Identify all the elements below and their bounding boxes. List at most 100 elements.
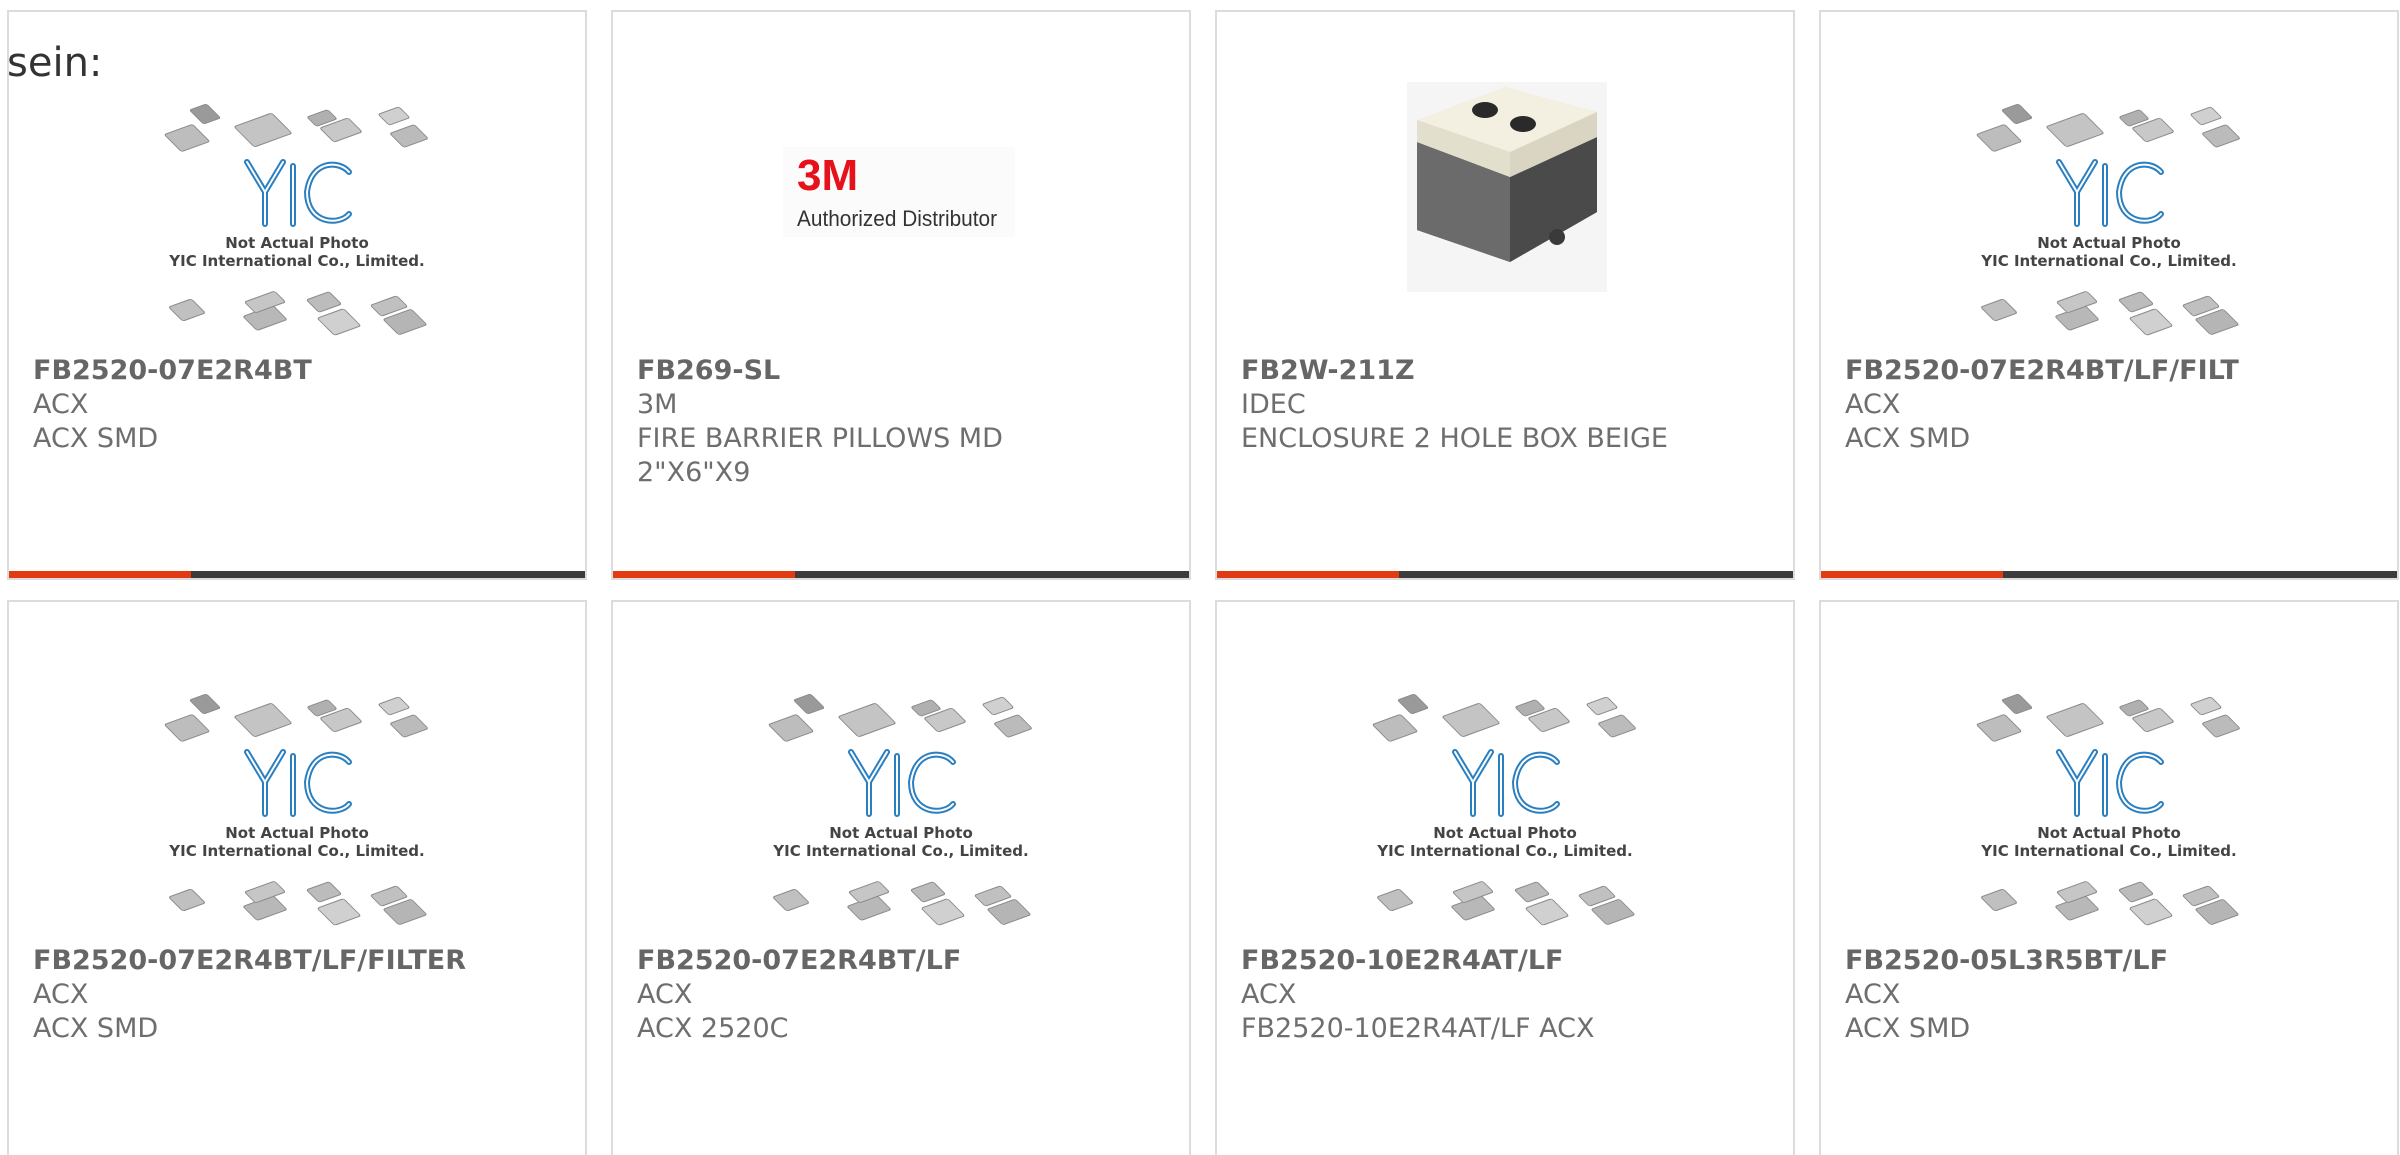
- chip-package-icon: [189, 694, 221, 714]
- part-number-link[interactable]: FB2520-10E2R4AT/LF: [1241, 944, 1771, 978]
- product-card[interactable]: FB2W-211Z IDEC ENCLOSURE 2 HOLE BOX BEIG…: [1215, 10, 1795, 580]
- product-image-placeholder[interactable]: Not Actual Photo YIC International Co., L…: [1217, 602, 1793, 932]
- chip-package-icon: [2202, 124, 2240, 148]
- card-progress-bar: [1821, 571, 2397, 578]
- chip-package-icon: [2190, 106, 2222, 126]
- product-image-placeholder[interactable]: Not Actual Photo YIC International Co., L…: [613, 602, 1189, 932]
- part-number-link[interactable]: FB2W-211Z: [1241, 354, 1771, 388]
- chip-package-icon: [793, 694, 825, 714]
- chip-package-icon: [910, 881, 946, 903]
- chip-package-icon: [768, 714, 814, 742]
- chip-package-icon: [2202, 714, 2240, 738]
- product-image-3m-logo[interactable]: 3M Authorized Distributor: [613, 12, 1189, 342]
- manufacturer-name: ACX: [637, 979, 693, 1010]
- chip-package-icon: [164, 124, 210, 152]
- chip-package-icon: [994, 714, 1032, 738]
- product-description: ENCLOSURE 2 HOLE BOX BEIGE: [1241, 423, 1668, 454]
- product-info: FB2520-07E2R4BT ACX ACX SMD: [33, 354, 563, 456]
- part-number-link[interactable]: FB2520-07E2R4BT/LF/FILTER: [33, 944, 563, 978]
- product-info: FB2520-07E2R4BT/LF/FILTER ACX ACX SMD: [33, 944, 563, 1046]
- product-info: FB269-SL 3M FIRE BARRIER PILLOWS MD 2"X6…: [637, 354, 1167, 490]
- chip-package-icon: [2056, 881, 2098, 903]
- placeholder-caption: Not Actual Photo: [829, 824, 973, 842]
- chip-package-icon: [848, 881, 890, 903]
- chip-package-icon: [306, 291, 342, 313]
- yic-logo-icon: [2056, 749, 2164, 817]
- chip-package-icon: [1452, 881, 1494, 903]
- yic-logo-icon: [2056, 159, 2164, 227]
- chip-package-icon: [2046, 703, 2104, 737]
- chip-package-icon: [1976, 124, 2022, 152]
- product-image-placeholder[interactable]: Not Actual Photo YIC International Co., L…: [1821, 12, 2397, 342]
- product-description: ACX SMD: [1845, 423, 1971, 454]
- card-progress-bar: [9, 571, 585, 578]
- product-card[interactable]: Not Actual Photo YIC International Co., L…: [7, 600, 587, 1155]
- product-image-placeholder[interactable]: Not Actual Photo YIC International Co., L…: [9, 602, 585, 932]
- yic-logo-icon: [848, 749, 956, 817]
- chip-package-icon: [1442, 703, 1500, 737]
- manufacturer-name: 3M: [637, 389, 678, 420]
- 3m-logo-mark: 3M: [797, 151, 858, 200]
- chip-package-icon: [1377, 888, 1413, 912]
- chip-package-icon: [1397, 694, 1429, 714]
- yic-logo-icon: [244, 749, 352, 817]
- part-number-link[interactable]: FB269-SL: [637, 354, 1167, 388]
- product-info: FB2520-07E2R4BT/LF/FILT ACX ACX SMD: [1845, 354, 2375, 456]
- product-description: FB2520-10E2R4AT/LF ACX: [1241, 1013, 1595, 1044]
- part-number-link[interactable]: FB2520-07E2R4BT/LF/FILT: [1845, 354, 2375, 388]
- placeholder-company: YIC International Co., Limited.: [1980, 842, 2236, 860]
- product-card[interactable]: 3M Authorized Distributor FB269-SL 3M FI…: [611, 10, 1191, 580]
- chip-package-icon: [317, 308, 361, 336]
- chip-package-icon: [2001, 104, 2033, 124]
- chip-package-icon: [982, 696, 1014, 716]
- chip-package-icon: [2129, 898, 2173, 926]
- manufacturer-name: ACX: [1845, 979, 1901, 1010]
- chip-package-icon: [2118, 881, 2154, 903]
- chip-package-icon: [189, 104, 221, 124]
- product-grid-page: Not Actual Photo YIC International Co., L…: [0, 0, 2400, 1155]
- part-number-link[interactable]: FB2520-07E2R4BT/LF: [637, 944, 1167, 978]
- chip-package-icon: [169, 888, 205, 912]
- product-card[interactable]: Not Actual Photo YIC International Co., L…: [611, 600, 1191, 1155]
- product-description: ACX SMD: [33, 1013, 159, 1044]
- card-bar-accent: [1217, 571, 1399, 578]
- chip-package-icon: [1981, 298, 2017, 322]
- chip-package-icon: [317, 898, 361, 926]
- product-description: ACX SMD: [33, 423, 159, 454]
- placeholder-caption: Not Actual Photo: [1433, 824, 1577, 842]
- product-card[interactable]: Not Actual Photo YIC International Co., L…: [1215, 600, 1795, 1155]
- product-info: FB2W-211Z IDEC ENCLOSURE 2 HOLE BOX BEIG…: [1241, 354, 1771, 456]
- chip-package-icon: [1586, 696, 1618, 716]
- manufacturer-name: ACX: [33, 979, 89, 1010]
- placeholder-company: YIC International Co., Limited.: [772, 842, 1028, 860]
- chip-package-icon: [1525, 898, 1569, 926]
- chip-package-icon: [2046, 113, 2104, 147]
- part-number-link[interactable]: FB2520-07E2R4BT: [33, 354, 563, 388]
- manufacturer-name: ACX: [1845, 389, 1901, 420]
- product-card[interactable]: Not Actual Photo YIC International Co., L…: [1819, 600, 2399, 1155]
- part-number-link[interactable]: FB2520-05L3R5BT/LF: [1845, 944, 2375, 978]
- chip-package-icon: [1598, 714, 1636, 738]
- chip-package-icon: [1976, 714, 2022, 742]
- product-description: ACX 2520C: [637, 1013, 789, 1044]
- chip-package-icon: [773, 888, 809, 912]
- chip-package-icon: [1981, 888, 2017, 912]
- manufacturer-name: IDEC: [1241, 389, 1306, 420]
- chip-package-icon: [164, 714, 210, 742]
- product-image-placeholder[interactable]: Not Actual Photo YIC International Co., L…: [1821, 602, 2397, 932]
- product-card[interactable]: Not Actual Photo YIC International Co., L…: [7, 10, 587, 580]
- chip-package-icon: [921, 898, 965, 926]
- chip-package-icon: [2129, 308, 2173, 336]
- placeholder-company: YIC International Co., Limited.: [1376, 842, 1632, 860]
- yic-logo-icon: [244, 159, 352, 227]
- placeholder-caption: Not Actual Photo: [225, 234, 369, 252]
- chip-package-icon: [1372, 714, 1418, 742]
- manufacturer-name: ACX: [1241, 979, 1297, 1010]
- product-card[interactable]: Not Actual Photo YIC International Co., L…: [1819, 10, 2399, 580]
- card-progress-bar: [613, 571, 1189, 578]
- chip-package-icon: [390, 714, 428, 738]
- placeholder-caption: Not Actual Photo: [225, 824, 369, 842]
- chip-package-icon: [244, 291, 286, 313]
- product-image-enclosure[interactable]: [1217, 12, 1793, 342]
- placeholder-caption: Not Actual Photo: [2037, 824, 2181, 842]
